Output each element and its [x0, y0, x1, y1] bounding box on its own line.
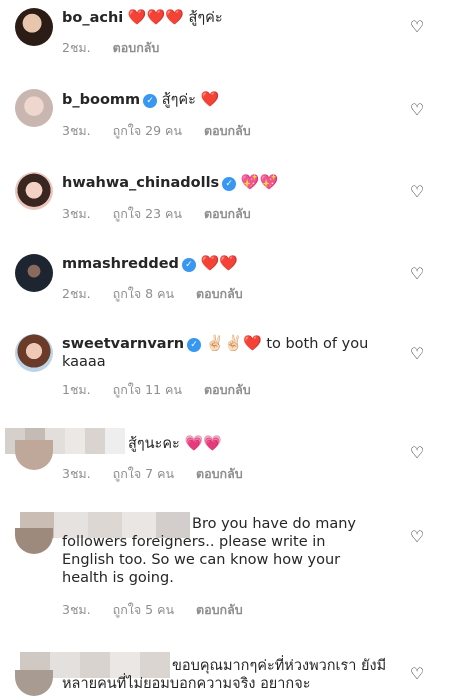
reply-button[interactable]: ตอบกลับ [196, 466, 243, 481]
comment-body: Bro you have do many followers foreigner… [62, 515, 382, 587]
comment-meta: 1ชม. ถูกใจ 11 คน ตอบกลับ [62, 380, 269, 400]
comment-body: bo_achi ❤️❤️❤️ สู้ๆค่ะ [62, 8, 392, 27]
reply-button[interactable]: ตอบกลับ [196, 602, 243, 617]
like-count[interactable]: ถูกใจ 11 คน [113, 382, 182, 397]
avatar[interactable] [15, 89, 53, 127]
heart-emoji: ❤️❤️ [200, 254, 238, 272]
heart-outline-icon[interactable]: ♡ [407, 182, 427, 202]
comment-meta: 3ชม. ถูกใจ 7 คน ตอบกลับ [62, 464, 261, 484]
username[interactable]: sweetvarnvarn [62, 336, 184, 352]
heart-emoji: ❤️ [200, 90, 220, 108]
avatar[interactable] [15, 8, 53, 46]
comment-text: สู้ๆนะคะ [128, 436, 180, 452]
comment-time: 2ชม. [62, 40, 91, 55]
comment-meta: 3ชม. ถูกใจ 5 คน ตอบกลับ [62, 600, 261, 620]
comment-time: 1ชม. [62, 382, 91, 397]
username[interactable]: bo_achi [62, 10, 123, 26]
avatar[interactable] [15, 528, 53, 554]
comment-body: ขอบคุณมากๆค่ะที่ห่วงพวกเรา ยังมีหลายคนที… [62, 657, 392, 693]
comment-text: สู้ๆค่ะ [161, 92, 196, 108]
verified-badge-icon: ✓ [181, 258, 196, 272]
heart-outline-icon[interactable]: ♡ [407, 17, 427, 37]
like-count[interactable]: ถูกใจ 8 คน [113, 286, 174, 301]
avatar[interactable] [15, 334, 53, 372]
comment-text: ขอบคุณมากๆค่ะที่ห่วงพวกเรา ยังมีหลายคนที… [62, 658, 387, 692]
growing-heart-emoji: 💗💗 [184, 434, 222, 452]
like-count[interactable]: ถูกใจ 29 คน [113, 123, 182, 138]
avatar[interactable] [15, 172, 53, 210]
username[interactable]: hwahwa_chinadolls [62, 175, 219, 191]
comment-meta: 3ชม. ถูกใจ 23 คน ตอบกลับ [62, 204, 269, 224]
username[interactable]: mmashredded [62, 256, 179, 272]
like-count[interactable]: ถูกใจ 23 คน [113, 206, 182, 221]
sparkling-heart-emoji: 💖💖 [240, 173, 279, 191]
avatar[interactable] [15, 670, 53, 696]
reply-button[interactable]: ตอบกลับ [196, 286, 243, 301]
comment-text: สู้ๆค่ะ [188, 10, 223, 26]
like-count[interactable]: ถูกใจ 7 คน [113, 466, 174, 481]
comment-body: b_boomm ✓ สู้ๆค่ะ ❤️ [62, 90, 392, 109]
comment-time: 3ชม. [62, 466, 91, 481]
heart-outline-icon[interactable]: ♡ [407, 664, 427, 684]
heart-outline-icon[interactable]: ♡ [407, 100, 427, 120]
reply-button[interactable]: ตอบกลับ [204, 123, 251, 138]
comment-time: 3ชม. [62, 206, 91, 221]
comment-meta: 2ชม. ถูกใจ 8 คน ตอบกลับ [62, 284, 261, 304]
verified-badge-icon: ✓ [222, 177, 237, 191]
username[interactable]: b_boomm [62, 92, 140, 108]
comment-body: sweetvarnvarn ✓ ✌🏻✌🏻❤️ to both of you kaa… [62, 334, 392, 371]
comment-text: Bro you have do many followers foreigner… [62, 516, 356, 586]
verified-badge-icon: ✓ [187, 338, 202, 352]
avatar[interactable] [15, 254, 53, 292]
comment-meta: 3ชม. ถูกใจ 29 คน ตอบกลับ [62, 121, 269, 141]
avatar[interactable] [15, 440, 53, 470]
reply-button[interactable]: ตอบกลับ [204, 382, 251, 397]
comment-body: สู้ๆนะคะ 💗💗 [128, 434, 450, 453]
heart-outline-icon[interactable]: ♡ [407, 527, 427, 547]
heart-emoji: ❤️❤️❤️ [127, 8, 184, 26]
like-count[interactable]: ถูกใจ 5 คน [113, 602, 174, 617]
heart-emoji: ❤️ [243, 334, 262, 352]
comment-meta: 2ชม. ตอบกลับ [62, 38, 177, 58]
heart-outline-icon[interactable]: ♡ [407, 443, 427, 463]
victory-hand-emoji: ✌🏻✌🏻 [205, 334, 244, 352]
comment-time: 3ชม. [62, 602, 91, 617]
verified-badge-icon: ✓ [143, 94, 158, 108]
reply-button[interactable]: ตอบกลับ [204, 206, 251, 221]
comment-time: 3ชม. [62, 123, 91, 138]
comment-body: hwahwa_chinadolls ✓ 💖💖 [62, 173, 392, 192]
reply-button[interactable]: ตอบกลับ [113, 40, 160, 55]
comment-body: mmashredded ✓ ❤️❤️ [62, 254, 392, 273]
heart-outline-icon[interactable]: ♡ [407, 344, 427, 364]
comment-time: 2ชม. [62, 286, 91, 301]
heart-outline-icon[interactable]: ♡ [407, 264, 427, 284]
